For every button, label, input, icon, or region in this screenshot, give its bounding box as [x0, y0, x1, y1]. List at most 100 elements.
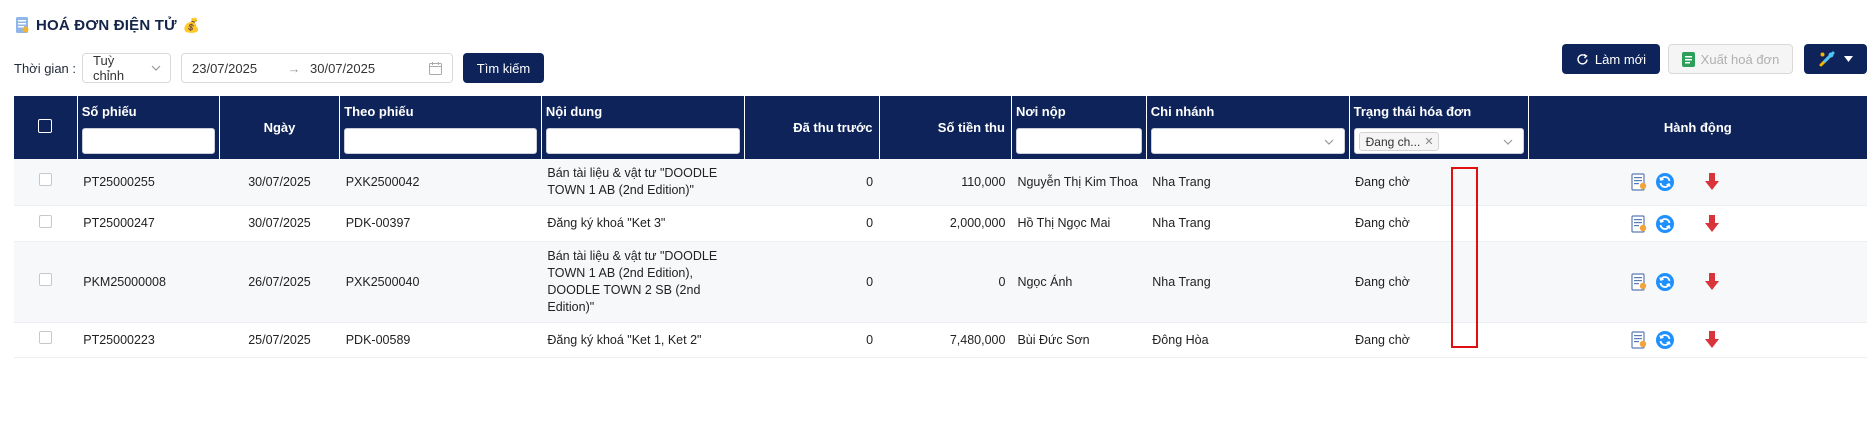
tools-menu-button[interactable]: [1804, 44, 1867, 74]
sync-icon[interactable]: [1655, 172, 1675, 192]
table-row[interactable]: PT25000247 30/07/2025 PDK-00397 Đăng ký kho…: [14, 205, 1867, 242]
download-icon[interactable]: [1704, 172, 1720, 192]
view-invoice-icon[interactable]: [1629, 330, 1649, 350]
cell-so-tien-thu: 110,000: [879, 159, 1012, 206]
cell-so-phieu: PT25000255: [77, 159, 220, 206]
header-row: Số phiếu Ngày Theo phiếu Nội dung Đã thu…: [14, 96, 1867, 159]
page-title: HOÁ ĐƠN ĐIỆN TỬ: [36, 16, 177, 34]
cell-so-phieu: PT25000223: [77, 322, 220, 358]
theo-phieu-filter-input[interactable]: [344, 128, 537, 154]
cell-trang-thai: Đang chờ: [1349, 241, 1529, 323]
sync-icon[interactable]: [1655, 330, 1675, 350]
trang-thai-filter-select[interactable]: Đang ch... ✕: [1353, 128, 1524, 154]
row-checkbox[interactable]: [39, 214, 53, 228]
row-select-cell[interactable]: [14, 241, 78, 323]
cell-trang-thai: Đang chờ: [1349, 205, 1529, 242]
cell-noi-nop: Hồ Thị Ngọc Mai: [1011, 205, 1147, 242]
time-label: Thời gian :: [14, 60, 76, 76]
download-icon[interactable]: [1704, 330, 1720, 350]
search-button[interactable]: Tìm kiếm: [463, 53, 544, 83]
header-so-phieu: Số phiếu: [77, 96, 220, 159]
header-so-tien-thu: Số tiền thu: [879, 96, 1012, 159]
cell-ngay: 26/07/2025: [219, 241, 340, 323]
sync-icon[interactable]: [1655, 272, 1675, 292]
header-noi-nop: Nơi nộp: [1011, 96, 1147, 159]
download-column-highlight: [1451, 167, 1478, 348]
header-hanh-dong: Hành động: [1528, 96, 1867, 159]
noi-dung-filter-input[interactable]: [545, 128, 740, 154]
cell-da-thu-truoc: 0: [744, 159, 880, 206]
cell-ngay: 30/07/2025: [219, 159, 340, 206]
excel-icon: [1681, 51, 1695, 67]
cell-da-thu-truoc: 0: [744, 322, 880, 358]
download-icon[interactable]: [1704, 214, 1720, 234]
select-all-checkbox[interactable]: [38, 119, 53, 133]
time-mode-value: Tuỳ chỉnh: [93, 53, 125, 83]
table-row[interactable]: PKM25000008 26/07/2025 PXK2500040 Bán tài l…: [14, 241, 1867, 323]
cell-so-tien-thu: 0: [879, 241, 1012, 323]
row-checkbox[interactable]: [39, 331, 53, 344]
header-label: Theo phiếu: [344, 104, 414, 119]
filter-bar: Thời gian : Tuỳ chỉnh 23/07/2025 → 30/07…: [14, 53, 544, 83]
caret-down-icon: [1844, 56, 1853, 62]
refresh-button[interactable]: Làm mới: [1562, 44, 1660, 74]
cell-theo-phieu: PDK-00397: [339, 205, 542, 242]
header-da-thu-truoc: Đã thu trước: [744, 96, 880, 159]
cell-actions: [1528, 205, 1867, 242]
header-label: Số phiếu: [81, 104, 137, 119]
status-filter-tag[interactable]: Đang ch... ✕: [1358, 132, 1439, 151]
cell-ngay: 25/07/2025: [219, 322, 340, 358]
date-range-picker[interactable]: 23/07/2025 → 30/07/2025: [181, 53, 453, 83]
close-icon[interactable]: ✕: [1424, 135, 1433, 148]
view-invoice-icon[interactable]: [1629, 272, 1649, 292]
row-select-cell[interactable]: [14, 205, 78, 242]
header-theo-phieu: Theo phiếu: [339, 96, 542, 159]
money-bag-icon: 💰: [182, 16, 201, 33]
header-chi-nhanh: Chi nhánh: [1146, 96, 1350, 159]
cell-so-tien-thu: 7,480,000: [879, 322, 1012, 358]
row-checkbox[interactable]: [39, 173, 53, 186]
date-to[interactable]: 30/07/2025: [310, 61, 375, 76]
view-invoice-icon[interactable]: [1629, 172, 1649, 192]
row-select-cell[interactable]: [14, 159, 78, 206]
refresh-label: Làm mới: [1594, 51, 1647, 67]
arrow-right-icon: →: [287, 60, 301, 76]
so-phieu-filter-input[interactable]: [81, 128, 215, 154]
header-select-all[interactable]: [14, 96, 78, 159]
cell-trang-thai: Đang chờ: [1349, 322, 1529, 358]
chi-nhanh-filter-select[interactable]: [1150, 128, 1345, 154]
header-noi-dung: Nội dung: [541, 96, 745, 159]
table-row[interactable]: PT25000255 30/07/2025 PXK2500042 Bán tài li…: [14, 159, 1867, 206]
invoice-table: Số phiếu Ngày Theo phiếu Nội dung Đã thu…: [14, 96, 1867, 358]
header-trang-thai: Trạng thái hóa đơn Đang ch... ✕: [1349, 96, 1529, 159]
download-icon[interactable]: [1704, 272, 1720, 292]
cell-noi-dung: Đăng ký khoá "Ket 3": [541, 205, 745, 242]
sync-icon[interactable]: [1655, 214, 1675, 234]
chevron-down-icon: [151, 65, 161, 71]
header-ngay: Ngày: [219, 96, 341, 159]
page-title-bar: HOÁ ĐƠN ĐIỆN TỬ 💰: [14, 14, 200, 36]
cell-noi-nop: Bùi Đức Sơn: [1011, 322, 1147, 358]
tools-icon: [1819, 51, 1835, 67]
cell-ngay: 30/07/2025: [219, 205, 340, 242]
export-invoice-button[interactable]: Xuất hoá đơn: [1668, 44, 1793, 74]
row-checkbox[interactable]: [39, 273, 53, 286]
calendar-icon: [429, 62, 442, 75]
view-invoice-icon[interactable]: [1629, 214, 1649, 234]
noi-nop-filter-input[interactable]: [1015, 128, 1142, 154]
cell-chi-nhanh: Nha Trang: [1146, 205, 1350, 242]
cell-theo-phieu: PXK2500042: [339, 159, 542, 206]
cell-chi-nhanh: Nha Trang: [1146, 159, 1350, 206]
cell-actions: [1528, 159, 1867, 206]
cell-noi-dung: Bán tài liệu & vật tư "DOODLE TOWN 1 AB …: [541, 159, 745, 206]
table-row[interactable]: PT25000223 25/07/2025 PDK-00589 Đăng ký kho…: [14, 322, 1867, 358]
chevron-down-icon: [1503, 139, 1513, 145]
cell-so-phieu: PT25000247: [77, 205, 220, 242]
time-mode-select[interactable]: Tuỳ chỉnh: [82, 53, 171, 83]
row-select-cell[interactable]: [14, 322, 78, 358]
status-filter-tag-label: Đang ch...: [1365, 134, 1421, 149]
header-label: Trạng thái hóa đơn: [1353, 104, 1472, 119]
cell-da-thu-truoc: 0: [744, 205, 880, 242]
date-from[interactable]: 23/07/2025: [192, 61, 284, 76]
cell-so-tien-thu: 2,000,000: [879, 205, 1012, 242]
